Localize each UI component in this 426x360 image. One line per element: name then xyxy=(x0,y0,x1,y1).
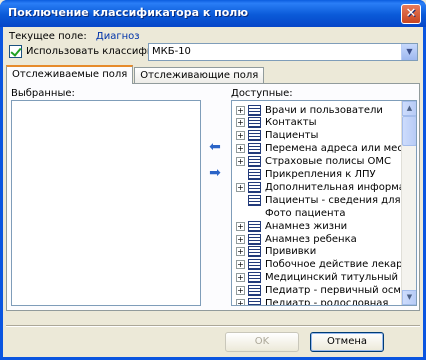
tree-item[interactable]: + Пациенты xyxy=(236,130,318,142)
move-left-icon[interactable]: ⬅ xyxy=(207,140,223,154)
tree-item[interactable]: + Медицинский титульный лист xyxy=(236,272,417,284)
tree-item-label: Анамнез ребенка xyxy=(265,233,357,245)
footer-divider xyxy=(6,325,420,327)
tree-item-label: Прикрепления к ЛПУ xyxy=(265,169,376,180)
tree-item[interactable]: + Педиатр - первичный осмотр xyxy=(236,285,417,297)
close-button[interactable]: ✕ xyxy=(401,4,421,24)
table-icon xyxy=(248,246,261,258)
vertical-scrollbar[interactable]: ▲ ▼ xyxy=(401,101,416,305)
cancel-button[interactable]: Отмена xyxy=(310,332,384,352)
tree-item[interactable]: + Анамнез жизни xyxy=(236,220,347,232)
title-bar[interactable]: Поключение классификатора к полю ✕ xyxy=(0,0,426,27)
tree-item-label: Страховые полисы ОМС xyxy=(265,156,392,168)
ok-button[interactable]: OK xyxy=(225,332,299,352)
table-icon xyxy=(248,194,261,206)
tab-tracked-fields[interactable]: Отслеживаемые поля xyxy=(6,65,134,84)
tree-item[interactable]: + Врачи и пользователи xyxy=(236,104,383,116)
table-icon xyxy=(248,143,261,155)
scroll-down-button[interactable]: ▼ xyxy=(402,290,416,305)
window-title: Поключение классификатора к полю xyxy=(8,6,249,19)
tree-item-label: Педиатр - первичный осмотр xyxy=(265,285,417,297)
current-field-label: Текущее поле: xyxy=(9,31,87,42)
tree-item[interactable]: Пациенты - сведения для ОМС xyxy=(236,194,417,206)
expand-icon[interactable]: + xyxy=(236,118,245,128)
table-icon xyxy=(248,156,261,168)
expand-icon[interactable]: + xyxy=(236,144,245,154)
tree-item-label: Медицинский титульный лист xyxy=(265,272,417,284)
table-icon xyxy=(248,272,261,284)
table-icon xyxy=(248,220,261,232)
classifier-select[interactable]: МКБ-10 ▼ xyxy=(148,43,418,61)
tree-item-label: Пациенты - сведения для ОМС xyxy=(265,194,417,206)
current-field-value: Диагноз xyxy=(95,31,140,42)
selected-list[interactable] xyxy=(11,100,201,306)
expand-icon[interactable]: + xyxy=(236,157,245,167)
tree-item[interactable]: Прикрепления к ЛПУ xyxy=(236,169,376,181)
tab-panel: Выбранные: ⬅ ➡ Доступные: +Педиатр - Пот… xyxy=(6,83,420,311)
move-right-icon[interactable]: ➡ xyxy=(207,166,223,180)
tree-item[interactable]: + Контакты xyxy=(236,117,316,129)
tree-item-label: Педиатр - родословная xyxy=(265,298,389,306)
expand-icon[interactable]: + xyxy=(236,247,245,257)
table-icon xyxy=(248,117,261,129)
expand-icon[interactable]: + xyxy=(236,299,245,305)
scroll-up-button[interactable]: ▲ xyxy=(402,101,416,116)
tree-item-label: Контакты xyxy=(265,117,317,129)
expand-icon[interactable]: + xyxy=(236,131,245,141)
tree-item-label: Прививки xyxy=(265,246,317,258)
classifier-select-value: МКБ-10 xyxy=(152,46,191,57)
available-label: Доступные: xyxy=(231,88,293,99)
tree-item[interactable]: + Перемена адреса или места работь xyxy=(236,143,416,155)
current-field-row: Текущее поле: Диагноз xyxy=(9,31,140,42)
use-classifier-checkbox[interactable] xyxy=(9,45,22,58)
table-icon xyxy=(248,169,261,180)
tree-item-label: Анамнез жизни xyxy=(265,220,348,232)
expand-icon[interactable]: + xyxy=(236,273,245,283)
table-icon xyxy=(248,104,261,116)
tree-item[interactable]: + Педиатр - родословная xyxy=(236,298,389,306)
tree-item[interactable]: + Дополнительная информация о паци xyxy=(236,181,416,193)
tree-item-label: Дополнительная информация о паци xyxy=(265,181,416,193)
expand-icon[interactable]: + xyxy=(236,221,245,231)
dialog-window: Поключение классификатора к полю ✕ Текущ… xyxy=(0,0,426,360)
scroll-thumb[interactable] xyxy=(402,116,416,146)
table-icon xyxy=(248,181,261,193)
tree-item[interactable]: Фото пациента xyxy=(236,207,345,219)
table-icon xyxy=(248,285,261,297)
tree-item-label: Перемена адреса или места работь xyxy=(265,143,416,155)
selected-label: Выбранные: xyxy=(11,88,75,99)
tab-tracking-fields[interactable]: Отслеживающие поля xyxy=(134,67,265,84)
expand-icon[interactable]: + xyxy=(236,260,245,270)
tree-item-label: Врачи и пользователи xyxy=(265,104,383,116)
expand-icon[interactable]: + xyxy=(236,234,245,244)
tree-item-label: Фото пациента xyxy=(265,207,346,219)
tree-item[interactable]: + Прививки xyxy=(236,246,316,258)
tab-strip: Отслеживаемые поля Отслеживающие поля xyxy=(6,65,265,84)
chevron-down-icon[interactable]: ▼ xyxy=(401,44,417,60)
table-icon xyxy=(248,233,261,245)
table-icon xyxy=(248,298,261,305)
tree-item[interactable]: + Побочное действие лекарств xyxy=(236,259,417,271)
expand-icon[interactable]: + xyxy=(236,105,245,115)
expand-icon[interactable]: + xyxy=(236,286,245,296)
tree-item-label: Побочное действие лекарств xyxy=(265,259,417,271)
available-tree[interactable]: +Педиатр - Потреныж+Педиатр - родословна… xyxy=(231,100,417,306)
expand-icon[interactable]: + xyxy=(236,182,245,192)
tree-item-label: Пациенты xyxy=(265,130,319,142)
table-icon xyxy=(248,130,261,142)
dialog-body: Текущее поле: Диагноз Использовать класс… xyxy=(3,27,423,357)
table-icon xyxy=(248,259,261,271)
tree-item[interactable]: + Страховые полисы ОМС xyxy=(236,156,391,168)
tree-item[interactable]: + Анамнез ребенка xyxy=(236,233,357,245)
